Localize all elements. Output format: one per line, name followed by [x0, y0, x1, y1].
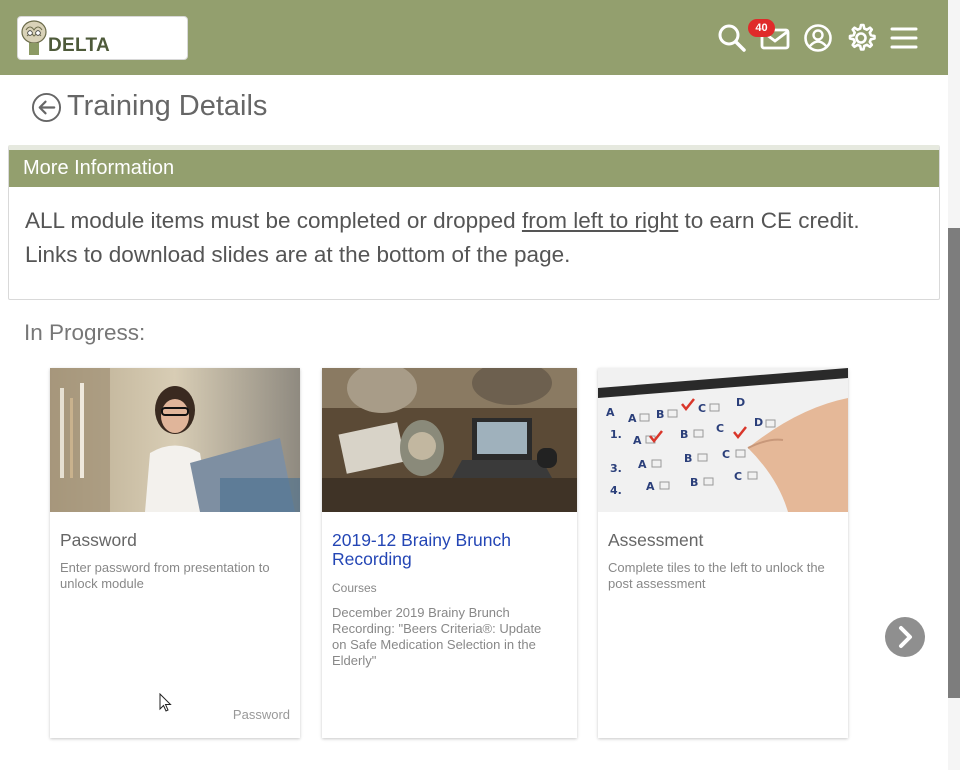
svg-text:A: A — [633, 434, 642, 447]
chevron-right-icon — [899, 626, 912, 648]
info-text: to earn CE credit. — [678, 208, 860, 233]
svg-text:3.: 3. — [610, 462, 622, 475]
page-title: Training Details — [67, 90, 268, 122]
svg-text:A: A — [638, 458, 647, 471]
in-progress-label: In Progress: — [24, 320, 146, 345]
more-information-panel: More Information ALL module items must b… — [8, 145, 940, 300]
card-description: December 2019 Brainy Brunch Recording: "… — [332, 605, 542, 668]
mail-count-badge: 40 — [748, 19, 775, 37]
svg-text:B: B — [680, 428, 688, 441]
panel-body: ALL module items must be completed or dr… — [9, 187, 939, 272]
scrollbar-thumb[interactable] — [948, 228, 960, 698]
card-image-woman-laptop — [50, 368, 300, 512]
menu-icon[interactable] — [888, 22, 920, 54]
card-description: Enter password from presentation to unlo… — [60, 560, 270, 591]
card-title: Assessment — [608, 530, 704, 550]
module-card-assessment[interactable]: 1.3.4.A ABCD ABCD ABCD ABCD Assessment C… — [598, 368, 848, 738]
logo-text: DELTA CAMPUS — [48, 35, 132, 59]
mouse-cursor-icon — [159, 693, 172, 712]
user-icon[interactable] — [802, 22, 834, 54]
top-navbar: DELTA CAMPUS 40 — [0, 0, 948, 75]
delta-campus-logo[interactable]: DELTA CAMPUS — [17, 16, 188, 60]
svg-text:A: A — [628, 412, 637, 425]
card-footer-label: Password — [232, 707, 290, 722]
info-text: ALL module items must be completed or dr… — [25, 208, 522, 233]
carousel-next-button[interactable] — [885, 617, 925, 657]
svg-text:C: C — [722, 448, 730, 461]
card-image-meeting-table — [322, 368, 577, 512]
brain-mascot-icon — [21, 20, 47, 55]
course-title-link[interactable]: 2019-12 Brainy Brunch Recording — [332, 531, 572, 569]
svg-text:D: D — [754, 416, 763, 429]
card-title: Password — [60, 530, 137, 550]
gear-icon[interactable] — [845, 22, 877, 54]
module-card-password[interactable]: Password Enter password from presentatio… — [50, 368, 300, 738]
back-arrow-icon[interactable] — [31, 92, 62, 123]
svg-text:C: C — [716, 422, 724, 435]
left-to-right-emphasis: from left to right — [521, 208, 679, 233]
svg-text:B: B — [684, 452, 692, 465]
card-image-answer-sheet: 1.3.4.A ABCD ABCD ABCD ABCD — [598, 368, 848, 512]
svg-text:C: C — [734, 470, 742, 483]
svg-text:C: C — [698, 402, 706, 415]
module-card-brainy-brunch[interactable]: 2019-12 Brainy Brunch Recording Courses … — [322, 368, 577, 738]
svg-text:B: B — [690, 476, 698, 489]
card-type-label: Courses — [332, 581, 377, 595]
info-line-2: Links to download slides are at the bott… — [25, 242, 571, 267]
svg-text:B: B — [656, 408, 664, 421]
svg-text:A: A — [646, 480, 655, 493]
svg-text:4.: 4. — [610, 484, 622, 497]
info-line-1: ALL module items must be completed or dr… — [25, 204, 939, 238]
svg-text:D: D — [736, 396, 745, 409]
card-description: Complete tiles to the left to unlock the… — [608, 560, 825, 591]
svg-text:1.: 1. — [610, 428, 622, 441]
search-icon[interactable] — [716, 22, 748, 54]
panel-heading: More Information — [9, 150, 939, 187]
svg-text:A: A — [606, 406, 615, 419]
